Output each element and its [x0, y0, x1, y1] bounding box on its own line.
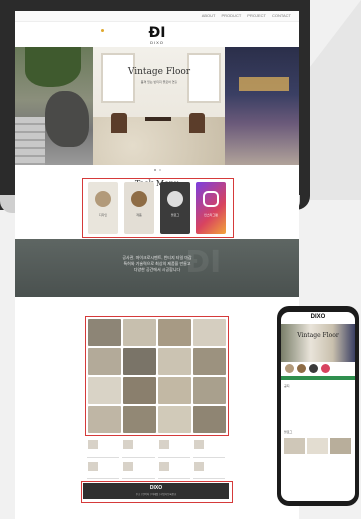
gallery-thumb[interactable]: [88, 406, 121, 433]
gallery-thumb[interactable]: [193, 319, 226, 346]
phone-thumb[interactable]: [307, 438, 328, 454]
store-icon[interactable]: [285, 364, 294, 373]
gallery-thumb[interactable]: [123, 348, 156, 375]
hero-image-interior: Vintage Floor 품격 있는 빈티지 플로어 연출: [93, 47, 225, 165]
plant-shape: [25, 47, 81, 87]
phone-thumb[interactable]: [330, 438, 351, 454]
phone-hero: Vintage Floor: [281, 324, 355, 362]
blog-thumb: [88, 440, 98, 449]
nav-item-product[interactable]: PRODUCT: [222, 13, 242, 18]
gallery-thumb[interactable]: [88, 319, 121, 346]
blog-item[interactable]: [157, 461, 190, 479]
gallery-thumb[interactable]: [193, 406, 226, 433]
gallery-thumb[interactable]: [158, 348, 191, 375]
compass-icon: [167, 191, 183, 207]
hero-banner: Vintage Floor 품격 있는 빈티지 플로어 연출: [15, 47, 299, 165]
task-card-label: 디자인: [98, 213, 108, 217]
gallery-thumb[interactable]: [158, 377, 191, 404]
window-shape: [101, 53, 135, 103]
hero-subtitle: 품격 있는 빈티지 플로어 연출: [140, 80, 178, 84]
phone-green-bar: [281, 376, 355, 380]
task-card-instagram[interactable]: 인스타그램: [196, 182, 226, 234]
task-card-product[interactable]: 제품: [124, 182, 154, 234]
blog-item[interactable]: [87, 439, 120, 458]
nav-item-contact[interactable]: CONTACT: [272, 13, 291, 18]
gallery-thumb[interactable]: [158, 406, 191, 433]
blog-thumb: [158, 440, 169, 449]
light-glow: [239, 77, 289, 91]
blog-item[interactable]: [122, 461, 155, 479]
phone-logo[interactable]: DIXO: [281, 314, 355, 320]
top-nav: ABOUT PRODUCT PROJECT CONTACT: [202, 13, 291, 18]
task-card-design[interactable]: 디자인: [88, 182, 118, 234]
phone-thumbs: [284, 438, 351, 454]
store-icon: [95, 191, 111, 207]
instagram-icon[interactable]: [321, 364, 330, 373]
nav-item-project[interactable]: PROJECT: [247, 13, 266, 18]
gallery-thumb[interactable]: [123, 377, 156, 404]
phone-thumb[interactable]: [284, 438, 305, 454]
nav-item-about[interactable]: ABOUT: [202, 13, 216, 18]
blog-thumb: [123, 461, 134, 471]
hero-title: Vintage Floor: [127, 67, 191, 77]
blog-thumb: [88, 461, 98, 471]
hero-image-lobby: [225, 47, 299, 165]
phone-hero-title: Vintage Floor: [297, 332, 339, 339]
blog-item[interactable]: [192, 461, 225, 479]
chair-shape: [111, 113, 127, 133]
footer-logo: DIXO: [149, 485, 163, 491]
gallery-thumb[interactable]: [193, 377, 226, 404]
blog-item[interactable]: [157, 439, 190, 458]
logo-word: DIXO: [150, 40, 164, 45]
blog-item[interactable]: [87, 461, 120, 479]
pager-dot[interactable]: [154, 169, 156, 171]
gallery-thumb[interactable]: [88, 348, 121, 375]
footer-info: 주소 | 연락처 | 이메일 | 사업자등록번호: [135, 493, 177, 496]
gallery-thumb[interactable]: [123, 319, 156, 346]
blog-item[interactable]: [122, 439, 155, 458]
blog-thumb: [123, 440, 134, 449]
task-card-label: 인스타그램: [204, 213, 218, 217]
phone-icon-row: [285, 364, 330, 373]
task-card-blog[interactable]: 블로그: [160, 182, 190, 234]
pager-dot[interactable]: [159, 169, 161, 171]
phone-screen: DIXO Vintage Floor 공지 블로그: [281, 312, 355, 501]
blog-item[interactable]: [192, 439, 225, 458]
intro-line: 다양한 공간에서 시공합니다: [133, 267, 181, 272]
site-logo[interactable]: ÐI DIXO: [143, 26, 171, 45]
table-shape: [145, 117, 171, 121]
phone-notice: 공지: [284, 384, 290, 388]
instagram-icon: [203, 191, 219, 207]
blog-list: [87, 439, 225, 479]
blog-thumb: [193, 440, 204, 449]
circle-icon[interactable]: [297, 364, 306, 373]
accent-dot: [101, 29, 104, 32]
phone-blog: 블로그: [284, 430, 293, 434]
carousel-pager[interactable]: [154, 169, 161, 171]
gallery-thumb[interactable]: [88, 377, 121, 404]
task-card-label: 제품: [136, 213, 142, 217]
site-footer: DIXO 주소 | 연락처 | 이메일 | 사업자등록번호: [83, 483, 229, 499]
logo-mark: ÐI: [148, 25, 166, 41]
intro-band: ÐI 공사관, 마이크로시멘트, 빈티지 타일 마감 특허와 기술력으로 최상의…: [15, 239, 299, 297]
blog-thumb: [193, 461, 204, 471]
gallery-thumb[interactable]: [158, 319, 191, 346]
compass-icon[interactable]: [309, 364, 318, 373]
intro-text: 공사관, 마이크로시멘트, 빈티지 타일 마감 특허와 기술력으로 최상의 제품…: [15, 255, 299, 273]
stairs-shape: [15, 117, 45, 165]
window-shape: [187, 53, 221, 103]
circle-icon: [131, 191, 147, 207]
rock-shape: [45, 91, 89, 147]
project-gallery: [87, 318, 227, 434]
top-nav-bar: ABOUT PRODUCT PROJECT CONTACT: [15, 11, 299, 22]
gallery-thumb[interactable]: [193, 348, 226, 375]
blog-thumb: [158, 461, 169, 471]
task-card-label: 블로그: [170, 213, 180, 217]
phone-frame: DIXO Vintage Floor 공지 블로그: [277, 306, 359, 506]
laptop-screen: ABOUT PRODUCT PROJECT CONTACT ÐI DIXO Vi…: [15, 11, 299, 519]
gallery-thumb[interactable]: [123, 406, 156, 433]
chair-shape: [189, 113, 205, 133]
hero-image-garden: [15, 47, 93, 165]
